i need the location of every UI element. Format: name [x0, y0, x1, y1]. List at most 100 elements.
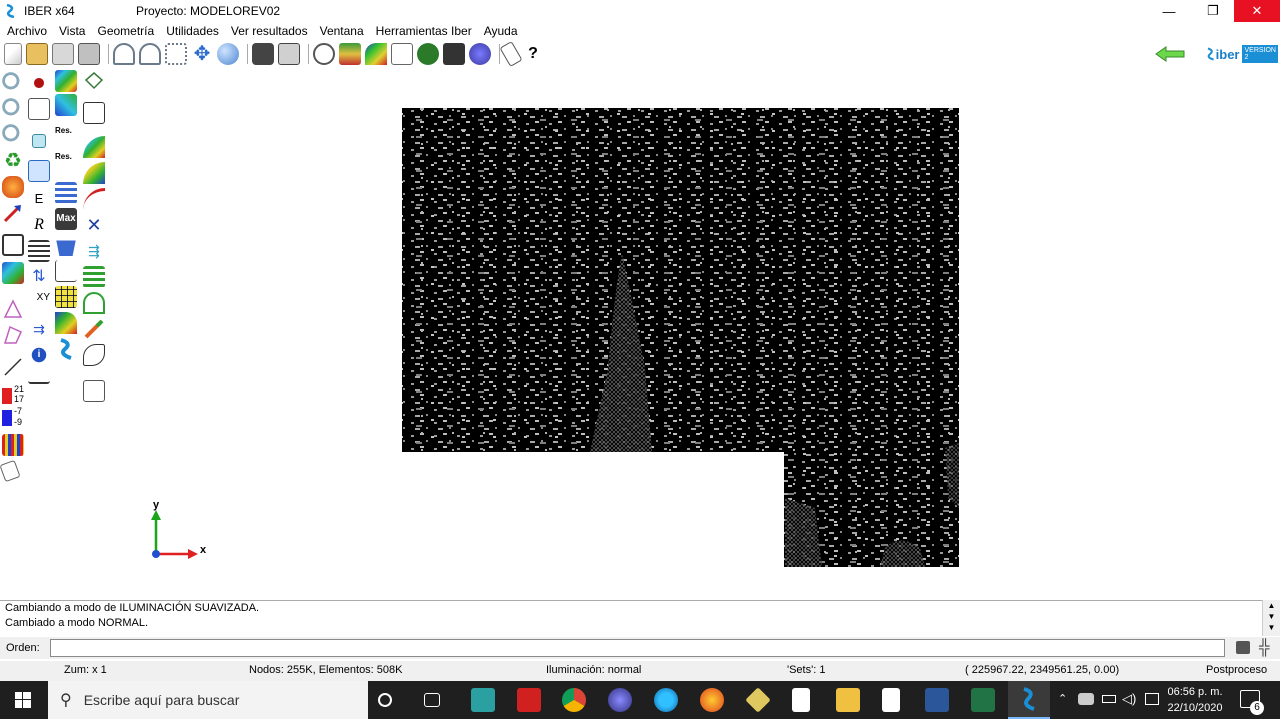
menu-ventana[interactable]: Ventana: [320, 24, 364, 38]
taskbar-blank-file-icon[interactable]: [882, 688, 900, 712]
mesh-boundary-icon[interactable]: [139, 43, 161, 65]
menu-geometria[interactable]: Geometría: [97, 24, 154, 38]
taskbar-globe-icon[interactable]: [608, 688, 632, 712]
taskbar-excel-icon[interactable]: [971, 688, 995, 712]
tray-wifi-icon[interactable]: [1145, 693, 1159, 705]
page-settings-icon[interactable]: [0, 459, 21, 483]
window-icon[interactable]: [28, 160, 50, 182]
cortana-icon[interactable]: [378, 693, 392, 707]
scroll-down-icon[interactable]: ▼: [1263, 622, 1280, 633]
edit-note-icon[interactable]: [28, 98, 50, 120]
print-icon[interactable]: [278, 43, 300, 65]
copy-icon[interactable]: [32, 134, 46, 148]
tray-network-icon[interactable]: [1078, 693, 1094, 705]
menu-archivo[interactable]: Archivo: [7, 24, 47, 38]
polygon-tool-icon[interactable]: [83, 70, 105, 92]
R-label-icon[interactable]: R: [28, 214, 50, 236]
leaf-outline-icon[interactable]: [83, 344, 105, 366]
menu-utilidades[interactable]: Utilidades: [166, 24, 219, 38]
tray-chevron-icon[interactable]: ⌃: [1058, 692, 1067, 705]
map-result-icon[interactable]: [55, 70, 77, 92]
triangle-icon[interactable]: [2, 298, 24, 320]
max-icon[interactable]: Max: [55, 208, 77, 230]
vectors-icon[interactable]: ⇉: [28, 318, 50, 340]
maximize-button[interactable]: ❐: [1190, 0, 1236, 22]
flow-arrows-icon[interactable]: ⇅: [28, 266, 50, 288]
surface-color-icon[interactable]: [2, 262, 24, 284]
select-arrow-icon[interactable]: [2, 202, 24, 224]
layers-blue-icon[interactable]: [55, 182, 77, 204]
taskbar-gis-icon[interactable]: [745, 687, 771, 713]
command-input[interactable]: [50, 639, 1225, 657]
mesh-domain[interactable]: [402, 108, 959, 567]
stream-arrows-icon[interactable]: ⇶: [83, 240, 105, 262]
pan-icon[interactable]: ✥: [191, 43, 213, 65]
menu-vista[interactable]: Vista: [59, 24, 85, 38]
color-bars-icon[interactable]: [2, 434, 24, 456]
open-folder-icon[interactable]: [26, 43, 48, 65]
rainbow-2-icon[interactable]: [83, 162, 105, 184]
terrain-icon[interactable]: [417, 43, 439, 65]
taskbar-firefox-icon[interactable]: [700, 688, 724, 712]
zoom-frame-icon[interactable]: [2, 124, 24, 146]
taskbar-word-icon[interactable]: [925, 688, 949, 712]
flow-lines-icon[interactable]: [83, 266, 105, 288]
rotate-sphere-icon[interactable]: [217, 43, 239, 65]
zoom-in-icon[interactable]: [2, 72, 24, 94]
close-button[interactable]: ✕: [1234, 0, 1280, 22]
color-fill-icon[interactable]: [55, 312, 77, 334]
edit-pencil-icon[interactable]: [499, 40, 523, 68]
taskbar-iber-active[interactable]: [1008, 681, 1050, 719]
scroll-mid-icon[interactable]: ▼: [1263, 611, 1280, 622]
taskbar-acrobat-icon[interactable]: [517, 688, 541, 712]
taskbar-app-store-icon[interactable]: [471, 688, 495, 712]
quad-shape-icon[interactable]: [2, 324, 24, 346]
grid-toggle-icon[interactable]: ╬: [1259, 639, 1270, 656]
cut-line-icon[interactable]: [2, 356, 24, 378]
tray-volume-icon[interactable]: ◁): [1122, 691, 1136, 707]
zoom-out-icon[interactable]: [2, 98, 24, 120]
save-as-icon[interactable]: [78, 43, 100, 65]
box-grid-icon[interactable]: [2, 234, 24, 256]
XY-label-icon[interactable]: XY: [28, 292, 50, 314]
taskbar-search-app-icon[interactable]: [654, 688, 678, 712]
menu-ayuda[interactable]: Ayuda: [484, 24, 518, 38]
E-label-icon[interactable]: E: [28, 188, 50, 210]
save-icon[interactable]: [52, 43, 74, 65]
start-button[interactable]: [0, 681, 46, 719]
tray-battery-icon[interactable]: [1102, 695, 1116, 703]
camera-icon[interactable]: [252, 43, 274, 65]
result-label-1-icon[interactable]: Res.: [55, 126, 77, 148]
rainbow-1-icon[interactable]: [83, 136, 105, 158]
menu-ver-resultados[interactable]: Ver resultados: [231, 24, 308, 38]
recycle-icon[interactable]: ♻: [2, 150, 24, 172]
keyboard-icon[interactable]: [1236, 641, 1250, 654]
graphics-canvas[interactable]: y x: [110, 68, 1280, 600]
iber-s-icon[interactable]: [55, 338, 77, 360]
taskbar-explorer-icon[interactable]: [836, 688, 860, 712]
pencil-color-icon[interactable]: [83, 318, 105, 340]
result-label-2-icon[interactable]: Res.: [55, 152, 77, 174]
scroll-up-icon[interactable]: ▲: [1263, 600, 1280, 611]
layers-toggle-icon[interactable]: [313, 43, 335, 65]
mesh-render-icon[interactable]: [165, 43, 187, 65]
minimize-button[interactable]: —: [1146, 0, 1192, 22]
section-green-icon[interactable]: [83, 292, 105, 314]
play-icon[interactable]: [469, 43, 491, 65]
record-dot-icon[interactable]: [28, 72, 50, 94]
taskbar-document-icon[interactable]: [792, 688, 810, 712]
measure-icon[interactable]: [28, 370, 50, 384]
menu-herramientas-iber[interactable]: Herramientas Iber: [376, 24, 472, 38]
render-shape-icon[interactable]: [2, 176, 24, 198]
rainbow-lines-icon[interactable]: [83, 188, 105, 210]
info-icon[interactable]: i: [28, 344, 50, 366]
taskbar-chrome-icon[interactable]: [562, 688, 586, 712]
list-lines-icon[interactable]: [28, 240, 50, 262]
new-file-icon[interactable]: [4, 43, 22, 65]
mesh-view[interactable]: [110, 68, 1280, 600]
help-icon[interactable]: ?: [522, 43, 544, 65]
graph-panel-icon[interactable]: [83, 380, 105, 402]
taskbar-clock[interactable]: 06:56 p. m. 22/10/2020: [1162, 684, 1228, 716]
layers-icon[interactable]: [339, 43, 361, 65]
back-arrow-icon[interactable]: [1154, 44, 1186, 64]
